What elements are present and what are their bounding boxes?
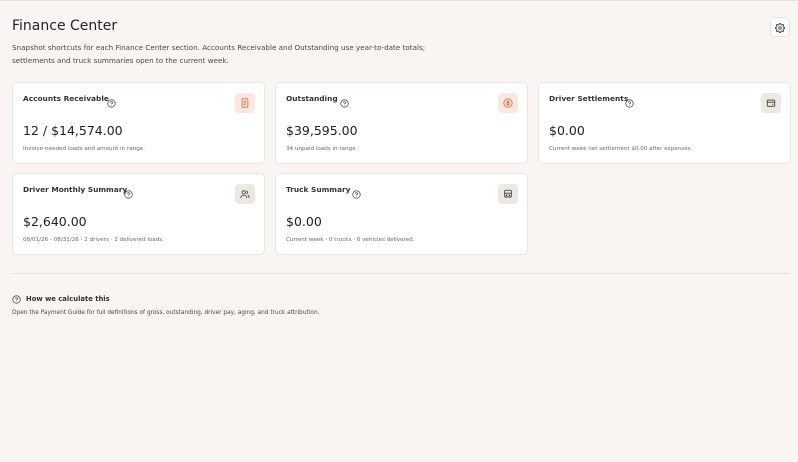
how-we-calculate-link[interactable]: How we calculate this — [12, 289, 110, 308]
card-value: $0.00 — [549, 123, 585, 138]
card-label: Accounts Receivable — [23, 94, 109, 103]
card-description: Invoice-needed loads and amount in range… — [23, 146, 145, 152]
invoice-icon — [235, 93, 255, 113]
truck-icon — [498, 184, 518, 204]
settings-button[interactable] — [770, 17, 790, 37]
card-label: Truck Summary — [286, 185, 351, 194]
card-value: $0.00 — [286, 214, 322, 229]
card-label: Driver Settlements — [549, 94, 629, 103]
users-icon — [235, 184, 255, 204]
help-icon[interactable] — [107, 99, 116, 108]
card-value: $39,595.00 — [286, 123, 358, 138]
card-driver-settlements[interactable]: Driver Settlements $0.00 Current week ne… — [538, 82, 791, 164]
card-description: 08/01/26 - 08/31/26 · 2 drivers · 2 deli… — [23, 237, 164, 243]
card-label: Driver Monthly Summary — [23, 185, 128, 194]
finance-center-page: Finance Center Snapshot shortcuts for ea… — [0, 0, 798, 462]
help-icon[interactable] — [625, 99, 634, 108]
help-icon[interactable] — [340, 99, 349, 108]
help-circle-icon — [12, 289, 21, 308]
card-description: 34 unpaid loads in range. — [286, 146, 358, 152]
card-accounts-receivable[interactable]: Accounts Receivable 12 / $14,574.00 Invo… — [12, 82, 265, 164]
card-driver-monthly-summary[interactable]: Driver Monthly Summary $2,640.00 08/01/2… — [12, 173, 265, 255]
help-icon[interactable] — [352, 190, 361, 199]
gear-icon — [775, 18, 785, 37]
page-title: Finance Center — [12, 18, 118, 34]
how-we-calculate-label: How we calculate this — [26, 294, 110, 303]
wallet-icon — [761, 93, 781, 113]
section-divider — [12, 273, 790, 274]
page-subtitle: Snapshot shortcuts for each Finance Cent… — [12, 43, 426, 65]
help-icon[interactable] — [124, 190, 133, 199]
card-outstanding[interactable]: Outstanding $39,595.00 34 unpaid loads i… — [275, 82, 528, 164]
card-description: Current week net settlement $0.00 after … — [549, 146, 693, 152]
payment-guide-text: Open the Payment Guide for full definiti… — [12, 310, 320, 316]
card-value: $2,640.00 — [23, 214, 87, 229]
card-label: Outstanding — [286, 94, 338, 103]
dollar-circle-icon — [498, 93, 518, 113]
card-truck-summary[interactable]: Truck Summary $0.00 Current week · 0 tru… — [275, 173, 528, 255]
card-value: 12 / $14,574.00 — [23, 123, 123, 138]
card-description: Current week · 0 trucks · 0 vehicles del… — [286, 237, 415, 243]
